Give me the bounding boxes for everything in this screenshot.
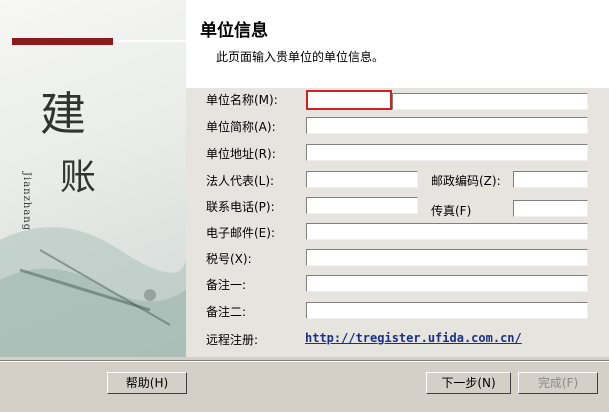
banner-white-line: [113, 40, 186, 42]
remote-register-label: 远程注册:: [206, 333, 259, 347]
tax-id-label: 税号(X):: [206, 252, 252, 266]
postcode-label: 邮政编码(Z):: [431, 174, 501, 188]
tax-id-input[interactable]: [306, 249, 588, 266]
page-title: 单位信息: [200, 21, 268, 41]
phone-label: 联系电话(P):: [206, 200, 275, 214]
email-input[interactable]: [306, 223, 588, 240]
note2-label: 备注二:: [206, 305, 247, 319]
ink-brush-art: [0, 227, 186, 357]
company-name-input[interactable]: [306, 90, 392, 110]
wizard-side-banner: 建 账 Jianzhang: [0, 0, 186, 357]
postcode-input[interactable]: [513, 171, 588, 188]
legal-rep-label: 法人代表(L):: [206, 174, 275, 188]
page-subtitle: 此页面输入贵单位的单位信息。: [216, 50, 385, 64]
email-label: 电子邮件(E):: [206, 226, 275, 240]
banner-char-jian: 建: [40, 87, 86, 141]
address-label: 单位地址(R):: [206, 147, 276, 161]
banner-red-bar: [12, 38, 113, 45]
short-name-input[interactable]: [306, 117, 588, 134]
phone-input[interactable]: [306, 197, 418, 214]
footer-divider: [0, 360, 609, 362]
note1-label: 备注一:: [206, 278, 247, 292]
banner-char-zhang: 账: [60, 157, 97, 198]
company-name-label: 单位名称(M):: [206, 93, 278, 107]
company-name-input-extension[interactable]: [392, 93, 588, 110]
finish-button[interactable]: 完成(F): [518, 372, 598, 394]
short-name-label: 单位简称(A):: [206, 120, 276, 134]
note2-input[interactable]: [306, 302, 588, 319]
next-button[interactable]: 下一步(N): [426, 372, 511, 394]
fax-label: 传真(F): [431, 204, 472, 218]
legal-rep-input[interactable]: [306, 171, 418, 188]
note1-input[interactable]: [306, 275, 588, 292]
remote-register-link[interactable]: http://tregister.ufida.com.cn/: [305, 331, 522, 345]
address-input[interactable]: [306, 144, 588, 161]
wizard-header: 单位信息 此页面输入贵单位的单位信息。: [186, 0, 609, 88]
help-button[interactable]: 帮助(H): [107, 372, 187, 394]
fax-input[interactable]: [513, 200, 588, 217]
